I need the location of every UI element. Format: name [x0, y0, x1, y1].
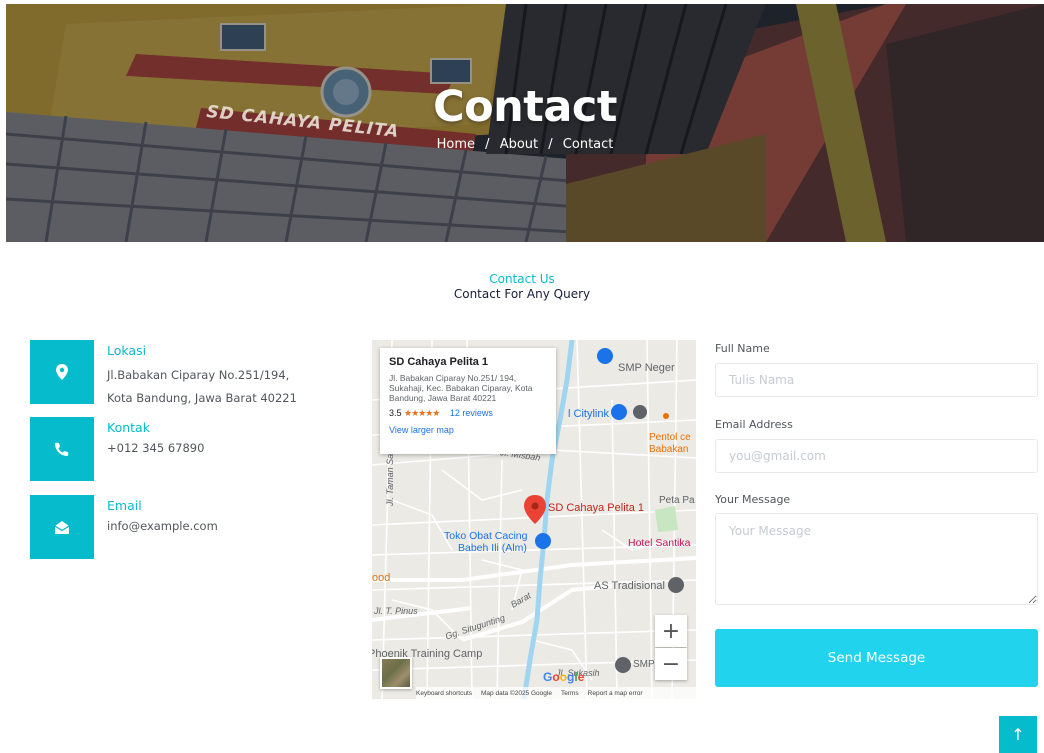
map-place-address: Jl. Babakan Ciparay No.251/ 194, Sukahaj…	[389, 373, 533, 403]
breadcrumb-about-link[interactable]: About	[500, 137, 538, 152]
section-title: Contact For Any Query	[453, 287, 591, 301]
zoom-out-button[interactable]: −	[655, 648, 687, 680]
zoom-in-button[interactable]: +	[655, 615, 687, 647]
breadcrumb-home-link[interactable]: Home	[437, 137, 475, 152]
reviews-link[interactable]: 12 reviews	[450, 408, 493, 418]
full-name-input[interactable]	[715, 363, 1038, 397]
arrow-up-icon: ↑	[1011, 725, 1025, 744]
map-rating: 3.5 ★★★★★ 12 reviews	[389, 408, 547, 419]
google-logo: Google	[543, 670, 585, 684]
phone-icon	[30, 417, 94, 481]
envelope-open-icon	[30, 495, 94, 559]
message-label: Your Message	[715, 493, 791, 506]
map-label-citylink: l Citylink	[568, 408, 609, 420]
message-textarea[interactable]	[715, 513, 1038, 605]
map-label-smp: SMP Neger	[618, 362, 675, 374]
map-data-attribution: Map data ©2025 Google	[481, 689, 552, 697]
view-larger-map-link[interactable]: View larger map	[389, 425, 547, 435]
terms-link[interactable]: Terms	[561, 690, 579, 697]
email-address-label: Email Address	[715, 418, 793, 431]
rating-value: 3.5	[389, 408, 402, 418]
full-name-label: Full Name	[715, 342, 770, 355]
breadcrumb: Home / About / Contact	[6, 137, 1044, 152]
page-title: Contact	[433, 82, 617, 132]
breadcrumb-current: Contact	[562, 137, 614, 152]
report-map-error-link[interactable]: Report a map error	[588, 690, 643, 697]
street-view-thumbnail[interactable]	[380, 657, 412, 689]
map-label-pentol-1: Pentol ce	[649, 432, 691, 443]
map-footer: Keyboard shortcuts Map data ©2025 Google…	[416, 687, 696, 699]
breadcrumb-separator: /	[548, 137, 553, 152]
email-input[interactable]	[715, 439, 1038, 473]
location-line-1: Jl.Babakan Ciparay No.251/194,	[107, 368, 290, 382]
breadcrumb-separator: /	[485, 137, 490, 152]
contact-info-location: Lokasi Jl.Babakan Ciparay No.251/194, Ko…	[30, 340, 330, 405]
rating-stars-icon: ★★★★★	[404, 408, 440, 418]
map-place-name: SD Cahaya Pelita 1	[389, 356, 489, 368]
email-label: Email	[107, 498, 142, 513]
contact-info-phone: Kontak +012 345 67890	[30, 417, 330, 481]
page-header-hero: SD CAHAYA PELITA Contact Home / About / …	[6, 4, 1044, 242]
back-to-top-button[interactable]: ↑	[999, 716, 1037, 753]
section-subtitle: Contact Us	[489, 272, 555, 286]
map-label-toko-1: Toko Obat Cacing	[444, 530, 528, 542]
map-label-pentol-2: Babakan	[649, 444, 689, 455]
map-label-toko-2: Babeh Ili (Alm)	[458, 542, 527, 554]
google-map-embed[interactable]: SMP Neger l Citylink Pentol ce Babakan J…	[372, 340, 696, 699]
map-label-pinus: Jl. T. Pinus	[374, 606, 418, 616]
map-pin-icon	[30, 340, 94, 404]
keyboard-shortcuts-link[interactable]: Keyboard shortcuts	[416, 690, 472, 697]
map-label-hotel: Hotel Santika	[628, 537, 691, 549]
map-marker-label: SD Cahaya Pelita 1	[548, 502, 644, 514]
email-address[interactable]: info@example.com	[107, 519, 218, 534]
send-message-button[interactable]: Send Message	[715, 629, 1038, 687]
contact-info-email: Email info@example.com	[30, 495, 330, 559]
map-label-peta: Peta Pa	[659, 495, 695, 506]
map-label-taman: Jl. Taman Sa	[385, 453, 396, 507]
phone-number[interactable]: +012 345 67890	[107, 441, 204, 456]
map-place-card: SD Cahaya Pelita 1 Jl. Babakan Ciparay N…	[380, 348, 556, 454]
map-label-smp-bottom: SMP	[633, 659, 655, 670]
location-line-2: Kota Bandung, Jawa Barat 40221	[107, 391, 297, 405]
location-label: Lokasi	[107, 343, 147, 358]
map-label-food: ood	[372, 572, 391, 584]
map-label-as-tradisional: AS Tradisional	[594, 580, 665, 592]
phone-label: Kontak	[107, 420, 150, 435]
